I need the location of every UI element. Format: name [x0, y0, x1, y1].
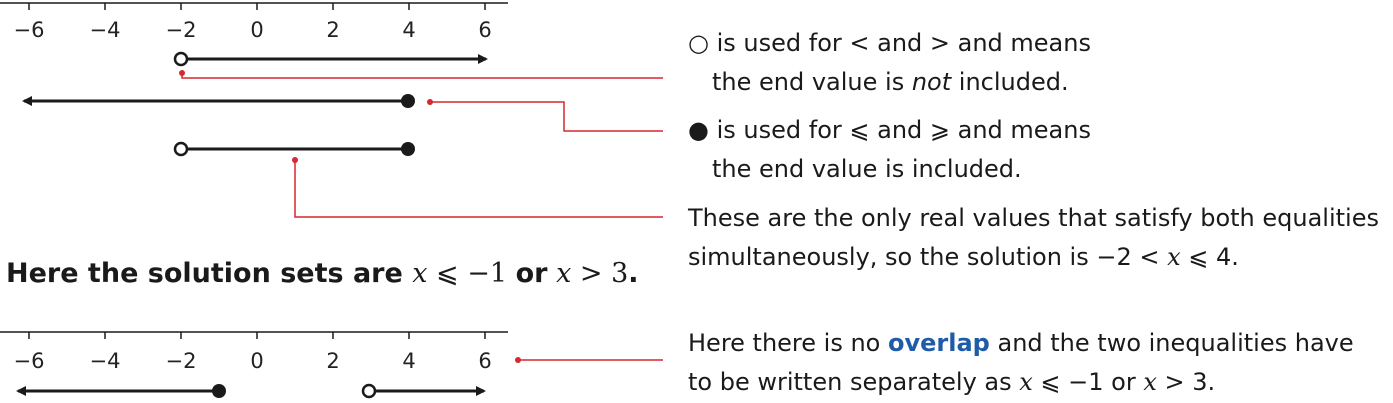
bottom-solution-sets	[16, 383, 486, 399]
keyword-overlap: overlap	[888, 329, 990, 357]
note-open-circle-text1: is used for < and > and means	[716, 29, 1091, 57]
heading-ineq-2: > 3	[571, 258, 629, 289]
axis-tick-label: −2	[166, 18, 197, 42]
axis-tick-label: −2	[166, 349, 197, 373]
note-closed-circle: ● is used for ⩽ and ⩾ and means the end …	[688, 111, 1091, 189]
note-no-overlap: Here there is no overlap and the two ine…	[688, 324, 1354, 402]
top-number-line: −6 −4 −2 0 2 4 6	[0, 2, 508, 42]
heading-math-1: x ⩽ −1	[412, 258, 515, 289]
leader-overlap	[294, 160, 663, 218]
open-circle-minus-2	[173, 51, 189, 67]
axis-tick-label: 0	[250, 349, 263, 373]
heading-ineq-1: ⩽ −1	[427, 258, 516, 289]
note-overlap: These are the only real values that sati…	[688, 199, 1379, 277]
note-no-overlap-var2: x	[1143, 368, 1157, 396]
top-axis-labels: −6 −4 −2 0 2 4 6	[14, 18, 492, 42]
axis-tick-label: −4	[90, 18, 121, 42]
axis-tick-label: 2	[326, 349, 339, 373]
closed-circle-icon: ●	[688, 116, 709, 144]
heading-var-1: x	[412, 258, 428, 289]
heading-end: .	[628, 258, 639, 289]
axis-tick-label: 6	[478, 349, 491, 373]
bottom-number-line: −6 −4 −2 0 2 4 6	[0, 331, 508, 373]
axis-tick-label: 2	[326, 18, 339, 42]
note-overlap-text2a: simultaneously, so the solution is −2 <	[688, 243, 1168, 271]
leader-closed-circle	[430, 101, 663, 132]
note-no-overlap-line1: Here there is no overlap and the two ine…	[688, 324, 1354, 363]
top-solution-sets	[22, 51, 488, 157]
note-no-overlap-var1: x	[1019, 368, 1033, 396]
open-circle-3	[361, 383, 377, 399]
note-closed-circle-line1: ● is used for ⩽ and ⩾ and means	[688, 111, 1091, 150]
leader-dot-overlap	[292, 157, 298, 163]
closed-circle-minus-1	[212, 384, 226, 398]
note-overlap-text2b: ⩽ 4.	[1180, 243, 1239, 271]
note-open-circle-emphasis: not	[911, 68, 952, 96]
leader-dot-closed	[427, 99, 433, 105]
open-circle-segment-start	[173, 141, 189, 157]
note-no-overlap-text1b: and the two inequalities have	[989, 329, 1354, 357]
axis-tick-label: 4	[402, 349, 415, 373]
note-open-circle-line1: ○ is used for < and > and means	[688, 24, 1091, 63]
heading-math-2: x > 3	[548, 258, 629, 289]
note-open-circle-text2b: included.	[951, 68, 1069, 96]
axis-tick-label: −6	[14, 18, 45, 42]
note-no-overlap-line2: to be written separately as x ⩽ −1 or x …	[688, 363, 1354, 402]
heading-var-2: x	[556, 258, 572, 289]
axis-tick-label: −6	[14, 349, 45, 373]
leader-lines	[179, 70, 663, 363]
note-open-circle: ○ is used for < and > and means the end …	[688, 24, 1091, 102]
axis-tick-label: 4	[402, 18, 415, 42]
open-circle-icon: ○	[688, 29, 709, 57]
note-open-circle-line2: the end value is not included.	[688, 63, 1091, 102]
bottom-axis-ticks	[28, 332, 486, 339]
heading-text: Here the solution sets are	[6, 258, 413, 289]
leader-open-circle	[181, 73, 663, 79]
note-overlap-line2: simultaneously, so the solution is −2 < …	[688, 238, 1379, 277]
closed-circle-segment-end	[401, 142, 415, 156]
note-closed-circle-text1: is used for ⩽ and ⩾ and means	[716, 116, 1091, 144]
heading-or: or	[515, 258, 548, 289]
top-axis-ticks	[28, 3, 486, 10]
leader-dot-no-overlap	[515, 357, 521, 363]
note-open-circle-text2a: the end value is	[712, 68, 912, 96]
bottom-axis-labels: −6 −4 −2 0 2 4 6	[14, 349, 492, 373]
closed-circle-4	[401, 94, 415, 108]
note-no-overlap-text1a: Here there is no	[688, 329, 888, 357]
axis-tick-label: 6	[478, 18, 491, 42]
note-closed-circle-line2: the end value is included.	[712, 155, 1022, 183]
note-overlap-line1: These are the only real values that sati…	[688, 204, 1379, 232]
note-no-overlap-text2c: > 3.	[1156, 368, 1216, 396]
note-no-overlap-text2a: to be written separately as	[688, 368, 1020, 396]
solution-sets-heading: Here the solution sets are x ⩽ −1 or x >…	[6, 258, 639, 289]
note-no-overlap-text2b: ⩽ −1 or	[1032, 368, 1144, 396]
note-overlap-var: x	[1167, 243, 1181, 271]
leader-dot-open	[179, 70, 185, 76]
axis-tick-label: −4	[90, 349, 121, 373]
axis-tick-label: 0	[250, 18, 263, 42]
